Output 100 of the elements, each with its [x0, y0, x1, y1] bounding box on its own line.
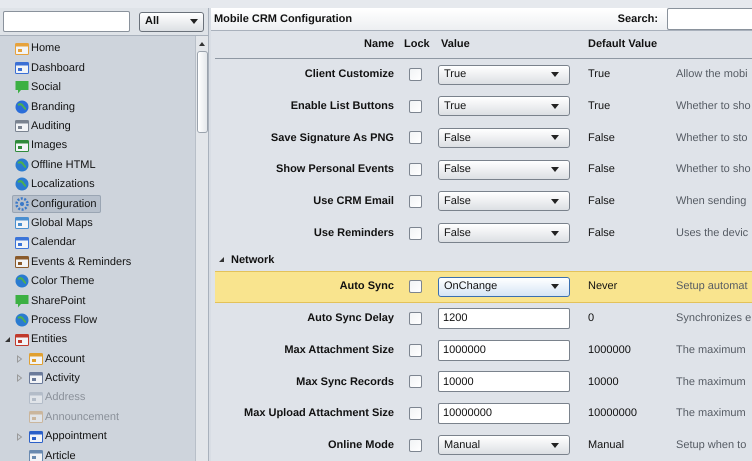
value-field[interactable]: 1000000 — [438, 340, 570, 361]
setting-description: Whether to sho — [676, 99, 751, 114]
default-value: 1000000 — [588, 342, 632, 358]
globe-icon — [15, 313, 29, 328]
value-dropdown[interactable]: False — [438, 128, 570, 148]
lock-checkbox[interactable] — [409, 406, 422, 420]
value-field[interactable]: 10000000 — [438, 402, 570, 424]
value-field[interactable]: 1200 — [438, 308, 570, 329]
sidebar-item[interactable]: Calendar — [12, 234, 81, 252]
dropdown-arrow-icon — [551, 104, 559, 109]
setting-name: Auto Sync Delay — [306, 311, 394, 326]
sidebar-item[interactable]: Branding — [12, 98, 80, 116]
calendar-icon — [15, 236, 29, 250]
sidebar-item[interactable]: Offline HTML — [12, 156, 101, 174]
sidebar-item[interactable]: Images — [12, 136, 72, 155]
sidebar-item[interactable]: Events & Reminders — [12, 252, 136, 271]
setting-name: Use CRM Email — [312, 194, 394, 210]
calendar-icon — [29, 430, 43, 444]
lock-checkbox[interactable] — [409, 344, 422, 357]
scrollbar[interactable] — [195, 36, 208, 461]
lock-checkbox[interactable] — [409, 226, 422, 240]
tree-item[interactable]: Activity — [29, 370, 80, 387]
value-dropdown[interactable]: OnChange — [438, 276, 570, 297]
sidebar-item[interactable]: Social — [12, 78, 66, 96]
default-value: True — [588, 99, 612, 114]
value-dropdown[interactable]: False — [438, 223, 570, 244]
expand-icon[interactable] — [16, 432, 23, 440]
default-value: True — [588, 67, 612, 82]
setting-name: Save Signature As PNG — [270, 130, 394, 146]
globe-icon — [15, 177, 29, 192]
setting-description: When sending — [676, 194, 746, 210]
lock-checkbox[interactable] — [409, 131, 422, 144]
sidebar-item[interactable]: Localizations — [12, 175, 100, 194]
lock-checkbox[interactable] — [409, 438, 422, 452]
sidebar-item[interactable]: Home — [12, 40, 66, 58]
speech-bubble-icon — [15, 294, 29, 308]
tree-item[interactable]: Article — [29, 448, 76, 461]
column-header: Name — [363, 37, 394, 52]
setting-description: Synchronizes e — [676, 311, 752, 326]
setting-description: Allow the mobi — [676, 67, 748, 82]
scrollbar-thumb[interactable] — [196, 51, 208, 133]
highlighted-row[interactable]: Auto Sync OnChange Never Setup automat — [215, 270, 752, 303]
default-value: Never — [588, 279, 618, 294]
lock-checkbox[interactable] — [409, 280, 422, 294]
setting-name: Enable List Buttons — [290, 99, 394, 114]
column-header: Default Value — [588, 37, 658, 52]
dropdown-arrow-icon — [551, 72, 559, 78]
setting-description: Whether to sto — [676, 130, 748, 146]
group-title: Network — [231, 252, 274, 268]
sidebar-item[interactable]: Global Maps — [12, 214, 98, 232]
lock-checkbox[interactable] — [409, 100, 422, 113]
value-field[interactable]: 10000 — [438, 371, 570, 392]
dropdown-arrow-icon — [190, 19, 198, 24]
value-dropdown[interactable]: True — [438, 64, 570, 85]
panel-title: Mobile CRM Configuration — [214, 12, 352, 27]
value-dropdown[interactable]: False — [438, 191, 570, 212]
lock-checkbox[interactable] — [409, 375, 422, 388]
column-header: Lock — [403, 37, 431, 52]
default-value: False — [588, 226, 616, 241]
setting-description: Uses the devic — [676, 226, 748, 241]
setting-description: Setup when to — [676, 438, 746, 453]
setting-name: Show Personal Events — [275, 162, 394, 178]
tree-toggle-icon[interactable] — [4, 336, 11, 344]
lock-checkbox[interactable] — [409, 194, 422, 208]
sidebar-item[interactable]: Configuration — [12, 194, 102, 213]
setting-name: Client Customize — [304, 67, 394, 82]
value-dropdown[interactable]: False — [438, 160, 570, 180]
value-dropdown[interactable]: True — [438, 96, 570, 116]
lock-checkbox[interactable] — [409, 163, 422, 176]
lock-checkbox[interactable] — [409, 312, 422, 325]
sidebar-item[interactable]: SharePoint — [12, 292, 90, 310]
tree-item[interactable]: Appointment — [29, 428, 107, 445]
setting-name: Max Upload Attachment Size — [243, 406, 394, 422]
tree-item[interactable]: Account — [29, 350, 85, 368]
default-value: False — [588, 194, 616, 210]
filter-dropdown[interactable]: All — [139, 12, 204, 32]
gear-icon — [15, 196, 29, 211]
sidebar-item[interactable]: Auditing — [12, 117, 76, 136]
expand-icon[interactable] — [16, 354, 23, 363]
expand-icon[interactable] — [16, 374, 23, 382]
value-dropdown[interactable]: Manual — [438, 435, 570, 456]
dropdown-arrow-icon — [551, 167, 559, 172]
sidebar-item[interactable]: Process Flow — [12, 311, 102, 330]
setting-name: Use Reminders — [312, 226, 394, 241]
default-value: False — [588, 162, 616, 178]
lock-checkbox[interactable] — [409, 68, 422, 82]
setting-description: Setup automat — [676, 279, 748, 294]
sidebar-search-field[interactable] — [3, 11, 130, 32]
setting-name: Max Attachment Size — [283, 342, 394, 358]
scroll-up-icon[interactable] — [199, 42, 205, 46]
sidebar-item[interactable]: Color Theme — [12, 272, 100, 290]
setting-description: The maximum — [676, 374, 746, 390]
sidebar-item[interactable]: Entities — [12, 330, 72, 349]
default-value: 10000 — [588, 374, 620, 390]
dropdown-arrow-icon — [551, 442, 559, 448]
sidebar-item[interactable]: Dashboard — [12, 59, 90, 78]
search-field[interactable] — [667, 8, 752, 30]
group-toggle-icon[interactable] — [218, 256, 225, 264]
default-value: False — [588, 130, 616, 146]
search-label: Search: — [618, 12, 658, 27]
